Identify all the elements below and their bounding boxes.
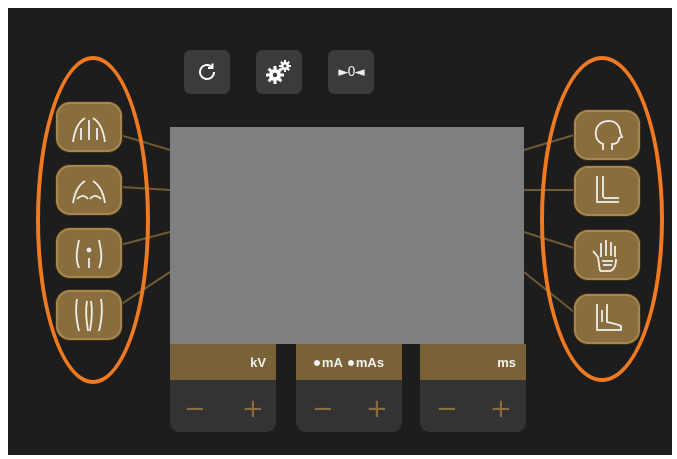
elbow-icon xyxy=(596,176,619,203)
preset-legs[interactable] xyxy=(56,290,122,340)
ma-option[interactable]: mA xyxy=(313,355,343,370)
current-mode-selector: mA mAs xyxy=(296,344,402,380)
ma-radio-dot xyxy=(313,360,320,367)
kv-control: kV − + xyxy=(170,344,276,432)
legs-icon xyxy=(75,298,103,332)
ms-decrease-button[interactable]: − xyxy=(436,396,458,422)
preset-pelvis[interactable] xyxy=(56,228,122,278)
head-icon xyxy=(594,120,624,150)
kv-decrease-button[interactable]: − xyxy=(184,396,206,422)
pelvis-icon xyxy=(75,239,103,269)
ms-increase-button[interactable]: + xyxy=(490,396,512,422)
preset-head[interactable] xyxy=(574,110,640,160)
chest-icon xyxy=(72,180,106,204)
preset-foot[interactable] xyxy=(574,294,640,344)
preset-upper-back[interactable] xyxy=(56,102,122,152)
time-control: ms − + xyxy=(420,344,526,432)
hand-icon xyxy=(592,240,617,272)
preset-hand[interactable] xyxy=(574,230,640,280)
current-increase-button[interactable]: + xyxy=(366,396,388,422)
current-decrease-button[interactable]: − xyxy=(312,396,334,422)
preset-elbow[interactable] xyxy=(574,166,640,216)
mas-radio-dot xyxy=(347,360,354,367)
kv-increase-button[interactable]: + xyxy=(242,396,264,422)
ms-label: ms xyxy=(420,344,526,380)
current-control: mA mAs − + xyxy=(296,344,402,432)
foot-icon xyxy=(596,304,622,331)
mas-option[interactable]: mAs xyxy=(347,355,384,370)
preset-chest[interactable] xyxy=(56,165,122,215)
kv-label: kV xyxy=(170,344,276,380)
upper-back-icon xyxy=(72,117,106,143)
